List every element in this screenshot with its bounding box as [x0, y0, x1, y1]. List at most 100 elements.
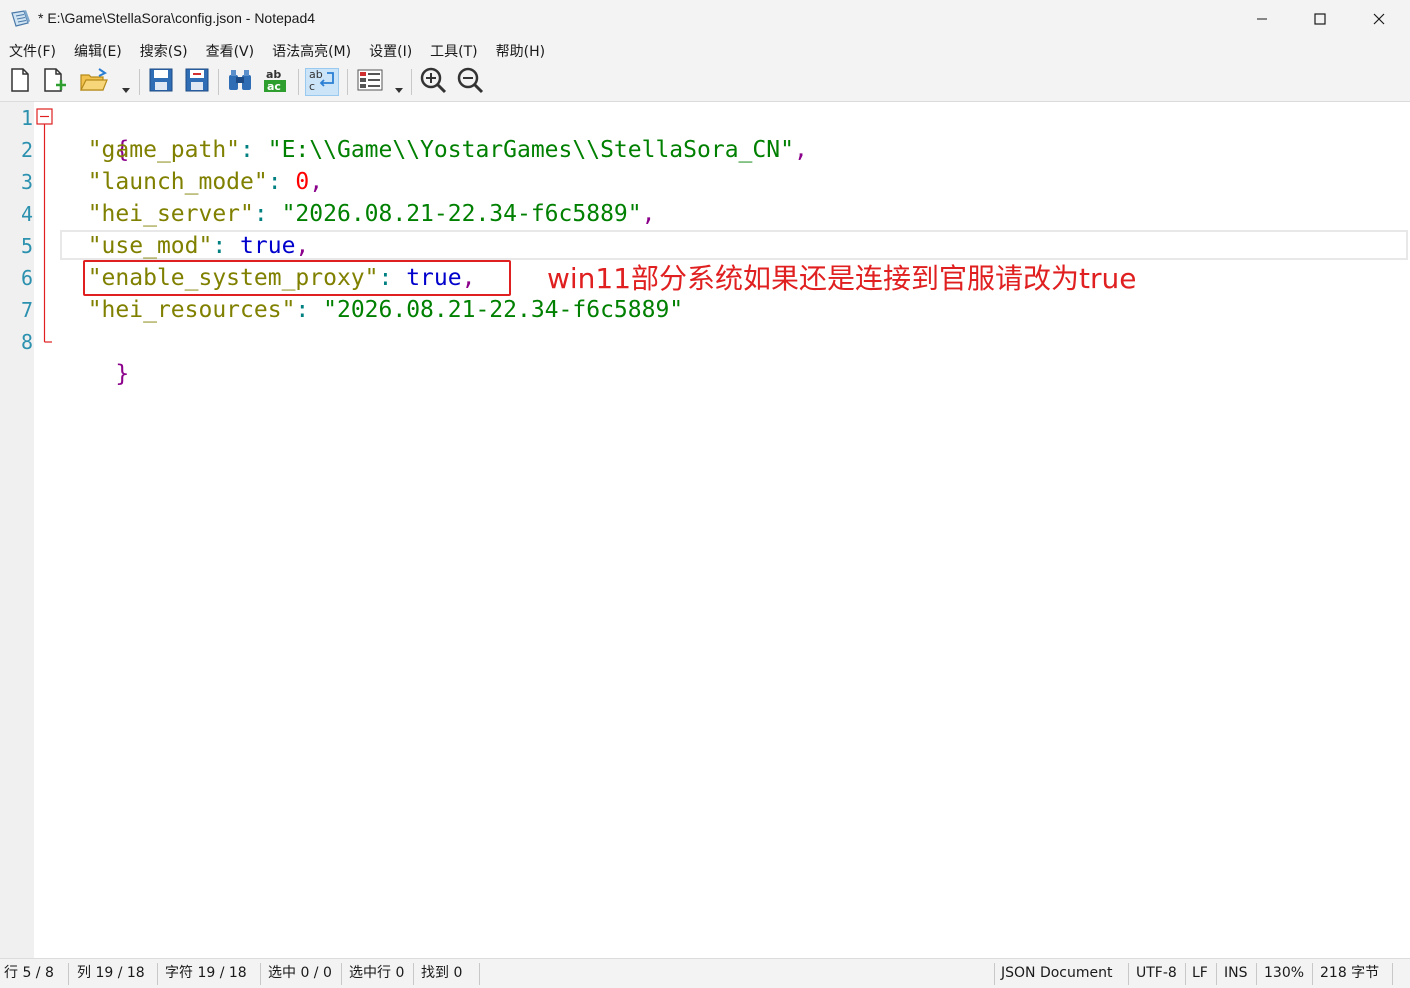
line-number: 3	[20, 170, 33, 194]
word-wrap-icon: ab c	[307, 67, 337, 97]
line-number: 4	[20, 202, 33, 226]
new-window-button[interactable]	[40, 68, 68, 96]
close-icon	[1373, 10, 1385, 29]
status-zoom[interactable]: 130%	[1264, 959, 1304, 988]
menu-bar: 文件(F) 编辑(E) 搜索(S) 查看(V) 语法高亮(M) 设置(I) 工具…	[0, 38, 1410, 63]
menu-search[interactable]: 搜索(S)	[131, 41, 197, 61]
line-number: 8	[20, 330, 33, 354]
minimize-button[interactable]	[1233, 0, 1291, 38]
line-number: 2	[20, 138, 33, 162]
status-found: 找到 0	[421, 965, 463, 981]
code-line: "launch_mode": 0,	[87, 169, 324, 195]
open-dropdown-arrow[interactable]	[122, 79, 130, 93]
status-divider	[68, 963, 69, 985]
json-key: "use_mod"	[87, 233, 213, 259]
annotation-text: win11部分系统如果还是连接到官服请改为true	[547, 262, 1137, 295]
scheme-dropdown-arrow[interactable]	[395, 79, 403, 93]
json-value: "E:\\Game\\YostarGames\\StellaSora_CN"	[267, 137, 794, 163]
toolbar-divider	[347, 69, 348, 95]
title-bar: * E:\Game\StellaSora\config.json - Notep…	[0, 0, 1410, 38]
status-bar: 行 5 / 8 列 19 / 18 字符 19 / 18 选中 0 / 0 选中…	[0, 958, 1410, 988]
svg-text:c: c	[309, 80, 315, 93]
status-doc-type[interactable]: JSON Document	[1001, 959, 1113, 988]
zoom-in-button[interactable]	[419, 66, 447, 98]
status-divider	[994, 963, 995, 985]
maximize-button[interactable]	[1291, 0, 1349, 38]
code-line: "use_mod": true,	[87, 233, 310, 259]
line-number: 5	[20, 234, 33, 258]
json-key: "game_path"	[87, 137, 241, 163]
menu-edit[interactable]: 编辑(E)	[65, 41, 131, 61]
open-file-button[interactable]	[80, 68, 108, 96]
code-line: "hei_server": "2026.08.21-22.34-f6c5889"…	[87, 201, 656, 227]
status-divider	[1256, 963, 1257, 985]
save-as-icon	[184, 67, 210, 97]
new-file-icon	[8, 67, 32, 97]
annotation-highlight-box	[83, 260, 511, 296]
fold-margin	[34, 102, 54, 958]
json-value: "2026.08.21-22.34-f6c5889"	[323, 297, 684, 323]
menu-file[interactable]: 文件(F)	[0, 41, 65, 61]
new-file-button[interactable]	[6, 68, 34, 96]
toolbar: ab ac ab c	[0, 63, 1410, 102]
json-value: 0	[295, 169, 310, 195]
maximize-icon	[1314, 10, 1326, 29]
fold-markers[interactable]	[34, 102, 54, 362]
window-title: * E:\Game\StellaSora\config.json - Notep…	[38, 10, 316, 26]
status-size: 218 字节	[1320, 965, 1380, 981]
close-brace: }	[115, 361, 130, 387]
replace-icon: ab ac	[262, 66, 290, 98]
json-key: "hei_resources"	[87, 297, 296, 323]
status-eol[interactable]: LF	[1192, 959, 1208, 988]
status-divider	[1185, 963, 1186, 985]
status-divider	[413, 963, 414, 985]
line-number-gutter: 1 2 3 4 5 6 7 8	[0, 102, 34, 958]
find-icon	[226, 67, 254, 97]
status-line[interactable]: 行 5 / 8	[4, 959, 54, 988]
zoom-out-button[interactable]	[456, 66, 484, 98]
code-line: "hei_resources": "2026.08.21-22.34-f6c58…	[87, 297, 684, 323]
find-button[interactable]	[226, 68, 254, 96]
status-divider	[260, 963, 261, 985]
status-char[interactable]: 字符 19 / 18	[165, 959, 247, 988]
code-line: "game_path": "E:\\Game\\YostarGames\\Ste…	[87, 137, 808, 163]
menu-settings[interactable]: 设置(I)	[360, 41, 421, 61]
code-line: {	[60, 102, 129, 163]
menu-help[interactable]: 帮助(H)	[487, 41, 554, 61]
svg-text:ac: ac	[267, 80, 281, 93]
status-selected-lines: 选中行 0	[349, 965, 405, 981]
zoom-out-icon	[456, 66, 484, 98]
status-column[interactable]: 列 19 / 18	[77, 959, 145, 988]
status-divider	[1392, 963, 1393, 985]
save-icon	[148, 67, 174, 97]
line-number: 6	[20, 266, 33, 290]
new-window-icon	[41, 67, 67, 97]
status-divider	[341, 963, 342, 985]
close-button[interactable]	[1350, 0, 1408, 38]
save-as-button[interactable]	[183, 68, 211, 96]
word-wrap-button[interactable]: ab c	[305, 68, 339, 96]
json-key: "launch_mode"	[87, 169, 268, 195]
menu-view[interactable]: 查看(V)	[197, 41, 264, 61]
line-number: 1	[20, 106, 33, 130]
zoom-in-icon	[419, 66, 447, 98]
minimize-icon	[1256, 10, 1268, 29]
scheme-button[interactable]	[356, 68, 384, 96]
menu-tools[interactable]: 工具(T)	[421, 41, 486, 61]
toolbar-divider	[411, 69, 412, 95]
toolbar-divider	[218, 69, 219, 95]
json-value: true	[240, 233, 296, 259]
status-divider	[1312, 963, 1313, 985]
menu-syntax[interactable]: 语法高亮(M)	[263, 41, 360, 61]
scheme-icon	[356, 67, 384, 97]
text-editor[interactable]: 1 2 3 4 5 6 7 8 { "game_path": "E:\\Game…	[0, 102, 1410, 958]
replace-button[interactable]: ab ac	[262, 68, 290, 96]
status-mode[interactable]: INS	[1224, 959, 1248, 988]
save-button[interactable]	[147, 68, 175, 96]
line-number: 7	[20, 298, 33, 322]
status-selection: 选中 0 / 0	[268, 965, 332, 981]
status-divider	[157, 963, 158, 985]
status-encoding[interactable]: UTF-8	[1136, 959, 1177, 988]
toolbar-divider	[298, 69, 299, 95]
toolbar-divider	[139, 69, 140, 95]
